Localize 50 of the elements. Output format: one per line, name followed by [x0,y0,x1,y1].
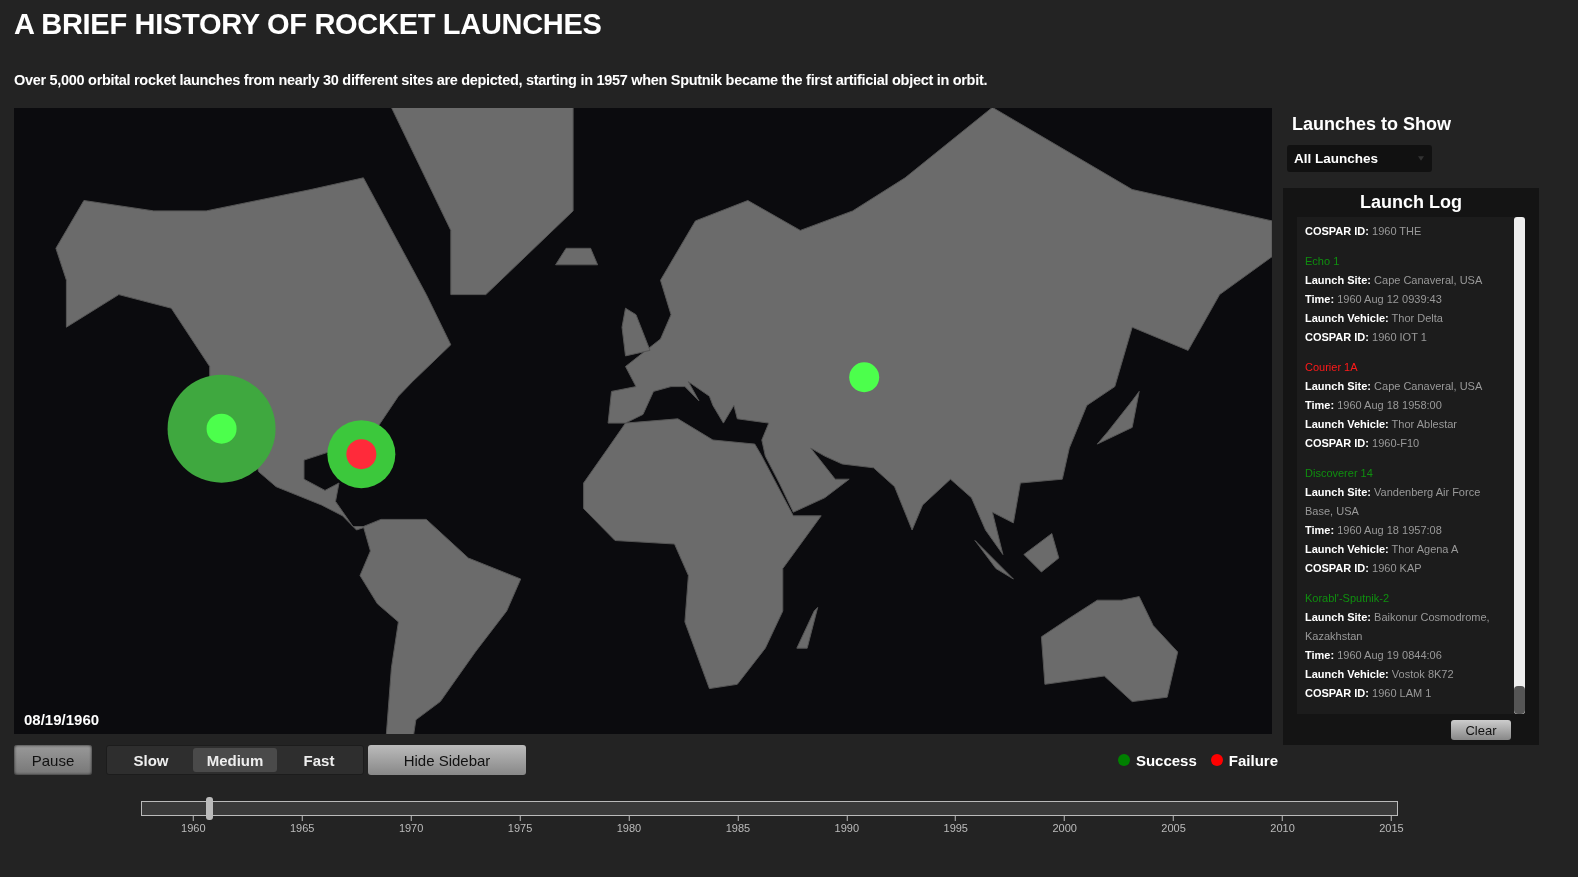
log-field: Launch Site: Cape Canaveral, USA [1305,271,1505,290]
year-label: 2010 [1270,822,1295,834]
log-field: Launch Site: Vandenberg Air Force Base, USA [1305,483,1505,521]
log-field: COSPAR ID: 1960 IOT 1 [1305,328,1505,347]
year-label: 2015 [1379,822,1404,834]
year-label: 1985 [725,822,751,834]
clear-button[interactable]: Clear [1451,720,1511,740]
log-field: COSPAR ID: 1960 LAM 1 [1305,684,1505,703]
log-field: Time: 1960 Aug 12 0939:43 [1305,290,1505,309]
launch-name: Courier 1A [1305,360,1359,375]
legend-label: Success [1135,751,1197,769]
current-date: 08/19/1960 [24,711,100,728]
log-field: COSPAR ID: 1960 THE [1305,222,1505,241]
filter-heading: Launches to Show [1292,114,1452,136]
legend-label: Failure [1228,751,1278,769]
log-field: Time: 1960 Aug 18 1957:08 [1305,521,1505,540]
pause-button[interactable]: Pause [14,745,92,775]
launch-name: Echo 1 [1305,254,1341,269]
log-field: Launch Site: Cape Canaveral, USA [1305,377,1505,396]
speed-tab[interactable]: Fast [277,748,361,772]
speed-tab[interactable]: Medium [193,748,277,772]
log-field: COSPAR ID: 1960 KAP [1305,559,1505,578]
year-label: 1965 [289,822,315,834]
log-field: COSPAR ID: 1960-F10 [1305,434,1505,453]
caret-icon [1418,156,1424,161]
launch-filter-dropdown[interactable]: All Launches [1287,145,1432,172]
launch-name: Discoverer 14 [1305,466,1374,481]
page-title: A BRIEF HISTORY OF ROCKET LAUNCHES [14,7,603,42]
speed-tab[interactable]: Slow [109,748,193,772]
log-field: Launch Vehicle: Thor Ablestar [1305,415,1505,434]
year-label: 1960 [181,822,206,834]
page-description: Over 5,000 orbital rocket launches from nearly 30 different sites are depicted, starting in 1957 when Sputnik became the first artificial object in orbit. [14,71,989,90]
log-field: Time: 1960 Aug 18 1958:00 [1305,396,1505,415]
launch-name: Korabl'-Sputnik-2 [1305,591,1391,606]
year-label: 1970 [398,822,424,834]
log-field: Launch Vehicle: Thor Delta [1305,309,1505,328]
log-heading: Launch Log [1360,192,1462,214]
year-label: 2000 [1052,822,1077,834]
log-field: Time: 1960 Aug 19 0844:06 [1305,646,1505,665]
year-label: 1980 [616,822,642,834]
year-label: 1995 [943,822,968,834]
log-field: Launch Vehicle: Vostok 8K72 [1305,665,1505,684]
hide-sidebar-button[interactable]: Hide Sidebar [368,745,526,775]
year-label: 1975 [507,822,533,834]
year-label: 2005 [1161,822,1186,834]
year-label: 1990 [834,822,860,834]
scrollbar[interactable] [1514,217,1525,714]
slider-thumb[interactable] [205,797,213,820]
log-field: Launch Vehicle: Thor Agena A [1305,540,1505,559]
log-field: Launch Site: Baikonur Cosmodrome, Kazakhstan [1305,608,1505,646]
